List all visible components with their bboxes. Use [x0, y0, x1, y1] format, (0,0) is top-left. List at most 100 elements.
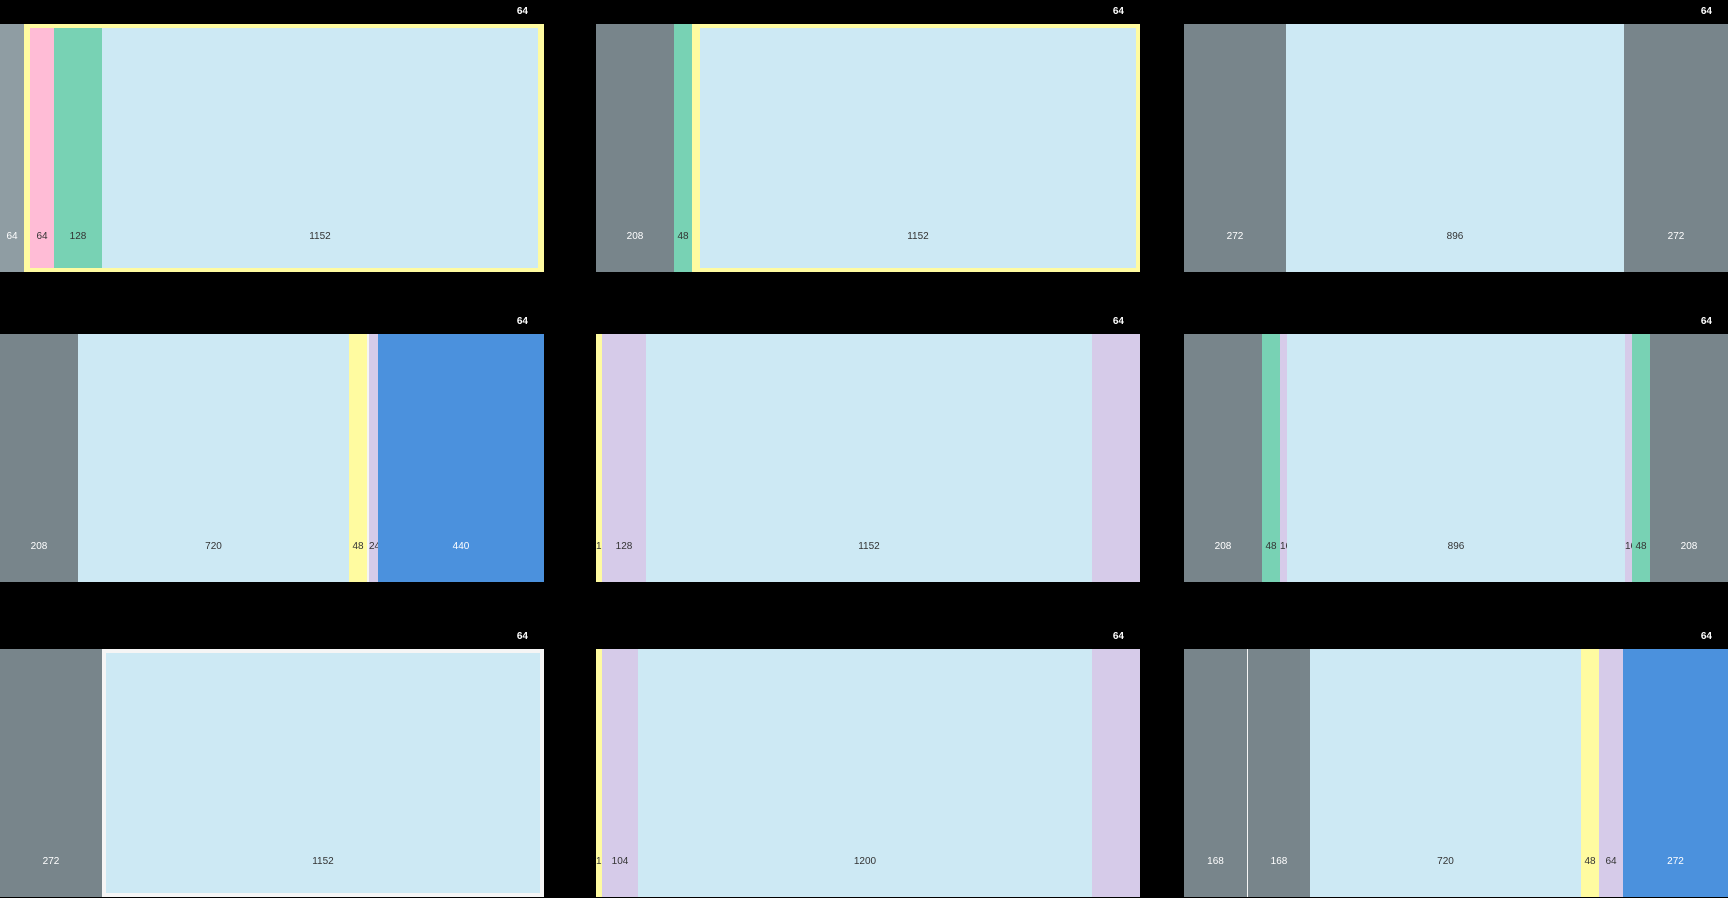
layout-column-light-blue: 1152	[102, 28, 538, 268]
layout-column-gray: 272	[0, 649, 102, 897]
layout-panel-8: 64161041200	[596, 625, 1140, 897]
layout-column-purple: 16	[1280, 334, 1292, 582]
layout-panel-9: 64 168 168 720 48 64 272	[1184, 625, 1728, 897]
column-width-label: 64	[6, 231, 18, 242]
panel-header: 64	[0, 0, 544, 25]
layout-column-yellow: 48	[1581, 649, 1599, 897]
panel-body: 64 64 128 1152	[0, 24, 544, 272]
column-width-label: 48	[1584, 856, 1596, 867]
panel-body: 208 48 16 896 16 48 208	[1184, 334, 1728, 582]
layout-column-purple: 104	[602, 649, 638, 897]
layout-column-gray: 208	[1184, 334, 1262, 582]
column-width-label: 272	[1667, 231, 1685, 242]
layout-column-gray: 168	[1184, 649, 1247, 897]
layout-column-light-blue: 896	[1287, 334, 1625, 582]
header-height-label: 64	[1700, 6, 1712, 17]
layout-column-green: 128	[54, 28, 102, 268]
layout-panel-3: 64 272 896 272	[1184, 0, 1728, 272]
column-width-label: 1152	[907, 231, 929, 242]
column-width-label: 1152	[858, 541, 880, 552]
column-width-label: 896	[1447, 541, 1465, 552]
panel-header: 64	[0, 310, 544, 335]
panel-header: 64	[596, 310, 1140, 335]
panel-body: 272 896 272	[1184, 24, 1728, 272]
column-width-label: 128	[69, 231, 87, 242]
layout-column-gray: 208	[0, 334, 78, 582]
column-width-label: 104	[611, 856, 629, 867]
layout-column-light-blue: 1152	[700, 28, 1136, 268]
panel-body: 272 1152	[0, 649, 544, 897]
panel-header: 64	[596, 625, 1140, 650]
layout-column-light-blue: 896	[1286, 24, 1624, 272]
layout-column-purple: 16	[1625, 334, 1637, 582]
layout-column-gray: 168	[1248, 649, 1310, 897]
layout-column-purple	[1092, 649, 1140, 897]
layout-panel-7: 64 272 1152	[0, 625, 544, 897]
column-width-label: 24	[369, 541, 381, 552]
column-width-label: 128	[615, 541, 633, 552]
panel-header: 64	[1184, 0, 1728, 25]
column-width-label: 272	[1226, 231, 1244, 242]
panel-body: 208 720 48 24 440	[0, 334, 544, 582]
layout-column-blue: 440	[378, 334, 544, 582]
layout-column-blue: 272	[1623, 649, 1728, 897]
layout-column-light-blue: 720	[78, 334, 349, 582]
column-width-label: 168	[1270, 856, 1288, 867]
layout-column-yellow: 48	[349, 334, 367, 582]
layout-panel-6: 64 208 48 16 896 16 48 208	[1184, 310, 1728, 582]
layout-column-gray: 208	[1650, 334, 1728, 582]
layout-column-light-blue: 1152	[646, 334, 1092, 582]
panel-header: 64	[596, 0, 1140, 25]
panel-header: 64	[1184, 625, 1728, 650]
panel-body: 168 168 720 48 64 272	[1184, 649, 1728, 897]
panel-header: 64	[0, 625, 544, 650]
panel-header: 64	[1184, 310, 1728, 335]
layout-panel-4: 64 208 720 48 24 440	[0, 310, 544, 582]
layout-column-light-blue: 1152	[106, 653, 540, 893]
layout-column-purple: 64	[1599, 649, 1623, 897]
layout-panel-1: 64 64 64 128 1152	[0, 0, 544, 272]
column-width-label: 272	[42, 856, 60, 867]
column-width-label: 1200	[853, 856, 877, 867]
layout-column-gray-light: 64	[0, 24, 24, 272]
layout-column-gray: 272	[1184, 24, 1286, 272]
column-width-label: 48	[1635, 541, 1647, 552]
column-width-label: 272	[1667, 856, 1684, 867]
column-width-label: 896	[1446, 231, 1464, 242]
layout-column-light-blue: 720	[1310, 649, 1581, 897]
column-width-label: 48	[1265, 541, 1277, 552]
header-height-label: 64	[1112, 316, 1124, 327]
column-width-label: 720	[1437, 856, 1454, 867]
column-width-label: 1152	[309, 231, 331, 242]
layout-column-purple	[1092, 334, 1140, 582]
layout-panel-2: 64 208 48 1152	[596, 0, 1140, 272]
column-width-label: 64	[36, 231, 48, 242]
column-width-label: 48	[352, 541, 364, 552]
layout-column-purple: 128	[602, 334, 646, 582]
header-height-label: 64	[1700, 316, 1712, 327]
layout-column-green: 48	[674, 24, 692, 272]
layout-column-purple: 24	[369, 334, 381, 582]
column-width-label: 48	[677, 231, 689, 242]
panel-body: 161281152	[596, 334, 1140, 582]
panel-body: 161041200	[596, 649, 1140, 897]
column-width-label: 208	[30, 541, 48, 552]
column-width-label: 208	[1214, 541, 1232, 552]
header-height-label: 64	[1112, 631, 1124, 642]
layout-column-green: 48	[1632, 334, 1650, 582]
column-width-label: 16	[1625, 541, 1637, 552]
layout-column-pink: 64	[30, 28, 54, 268]
column-width-label: 440	[452, 541, 470, 552]
header-height-label: 64	[516, 6, 528, 17]
column-width-label: 208	[1680, 541, 1698, 552]
layout-column-gray: 272	[1624, 24, 1728, 272]
column-width-label: 1152	[312, 856, 334, 867]
header-height-label: 64	[1700, 631, 1712, 642]
layout-column-light-blue: 1200	[638, 649, 1092, 897]
header-height-label: 64	[516, 631, 528, 642]
panel-body: 208 48 1152	[596, 24, 1140, 272]
column-width-label: 16	[1280, 541, 1292, 552]
layout-column-gray: 208	[596, 24, 674, 272]
column-width-label: 208	[626, 231, 644, 242]
layout-column-green: 48	[1262, 334, 1280, 582]
